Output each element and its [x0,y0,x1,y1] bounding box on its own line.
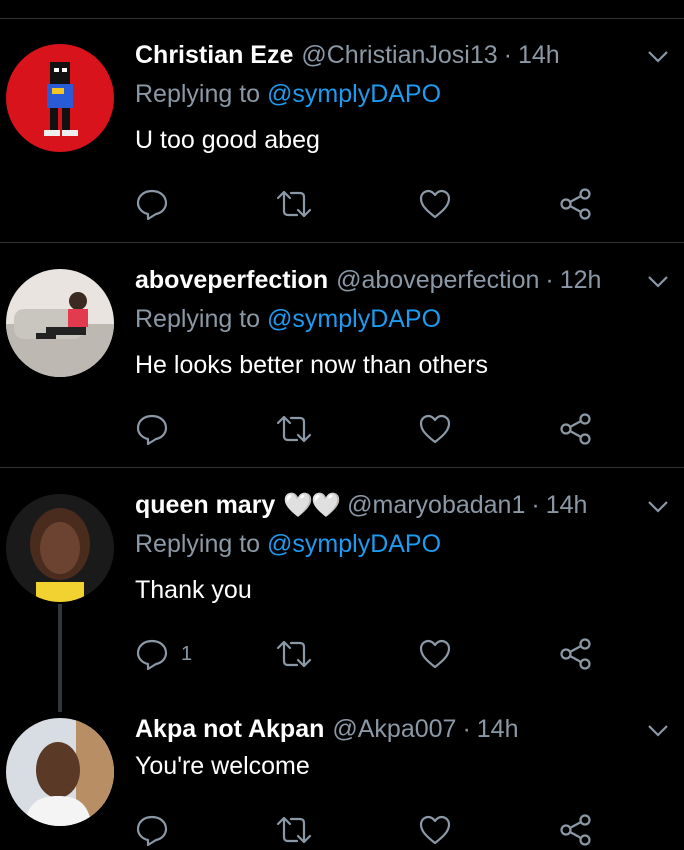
retweet-icon [276,190,312,218]
reply-count: 1 [181,642,193,665]
username[interactable]: @maryobadan1 [347,491,525,520]
mention-link[interactable]: @symplyDAPO [267,305,441,333]
replying-to: Replying to @symplyDAPO [135,305,441,334]
tweet-text: He looks better now than others [135,351,488,379]
separator-dot: · [462,714,471,743]
like-icon [419,414,451,444]
share-icon [560,638,591,670]
retweet-button[interactable] [275,634,313,674]
action-bar [135,810,605,850]
username[interactable]: @Akpa007 [332,715,456,744]
timestamp[interactable]: 14h [546,491,588,520]
top-divider [0,18,684,19]
retweet-button[interactable] [275,184,313,224]
action-bar [135,409,605,449]
tweet-text: Thank you [135,576,252,604]
like-button[interactable] [418,409,452,449]
timestamp[interactable]: 12h [560,266,602,295]
share-button[interactable] [559,184,593,224]
separator-dot: · [503,40,512,69]
reply-icon [136,414,168,446]
reply-icon [136,639,168,671]
username[interactable]: @ChristianJosi13 [301,41,497,70]
share-button[interactable] [559,634,593,674]
share-icon [560,188,591,220]
action-bar [135,184,605,224]
like-button[interactable] [418,810,452,850]
replying-to: Replying to @symplyDAPO [135,530,441,559]
like-icon [419,189,451,219]
tweet-text: U too good abeg [135,126,320,154]
like-button[interactable] [418,184,452,224]
like-button[interactable] [418,634,452,674]
reply-icon [136,189,168,221]
white-hearts-emoji: 🤍🤍 [283,491,341,519]
action-bar: 1 [135,634,605,674]
display-name[interactable]: Christian Eze [135,41,293,70]
chevron-down-icon[interactable] [644,267,672,295]
retweet-icon [276,415,312,443]
reply-button[interactable] [135,810,181,850]
replying-to-label: Replying to [135,80,261,108]
tweet-text: You're welcome [135,752,310,780]
chevron-down-icon[interactable] [644,716,672,744]
retweet-button[interactable] [275,409,313,449]
timestamp[interactable]: 14h [518,41,560,70]
display-name[interactable]: queen mary [135,491,275,520]
reply-button[interactable]: 1 [135,634,192,674]
avatar[interactable] [6,494,114,602]
mention-link[interactable]: @symplyDAPO [267,80,441,108]
retweet-icon [276,640,312,668]
replying-to-label: Replying to [135,305,261,333]
reply-button[interactable] [135,184,181,224]
mention-link[interactable]: @symplyDAPO [267,530,441,558]
display-name[interactable]: Akpa not Akpan [135,715,324,744]
chevron-down-icon[interactable] [644,492,672,520]
share-button[interactable] [559,810,593,850]
divider [0,242,684,243]
share-icon [560,413,591,445]
like-icon [419,639,451,669]
separator-dot: · [531,490,540,519]
replying-to-label: Replying to [135,530,261,558]
retweet-button[interactable] [275,810,313,850]
separator-dot: · [545,265,554,294]
username[interactable]: @aboveperfection [336,266,539,295]
share-button[interactable] [559,409,593,449]
avatar[interactable] [6,269,114,377]
chevron-down-icon[interactable] [644,42,672,70]
divider [0,467,684,468]
timestamp[interactable]: 14h [477,715,519,744]
avatar[interactable] [6,718,114,826]
reply-button[interactable] [135,409,181,449]
replying-to: Replying to @symplyDAPO [135,80,441,109]
thread-connector [58,604,62,712]
display-name[interactable]: aboveperfection [135,266,328,295]
avatar[interactable] [6,44,114,152]
